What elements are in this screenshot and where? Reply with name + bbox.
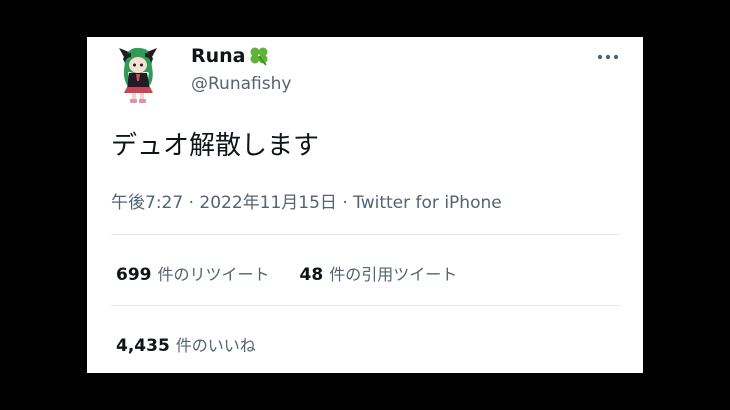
- divider: [111, 234, 620, 235]
- quotes-label: 件の引用ツイート: [329, 265, 458, 284]
- more-options-icon[interactable]: [596, 49, 620, 65]
- quotes-count: 48: [299, 265, 324, 285]
- tweet-date[interactable]: 2022年11月15日: [199, 193, 337, 213]
- meta-separator-2: ·: [342, 193, 348, 213]
- likes-label: 件のいいね: [175, 336, 256, 355]
- retweets-count: 699: [116, 265, 152, 285]
- quotes-stat[interactable]: 48 件の引用ツイート: [300, 261, 458, 285]
- user-handle[interactable]: @Runafishy: [191, 74, 291, 94]
- display-name-text: Runa: [191, 45, 246, 67]
- likes-count: 4,435: [116, 336, 170, 356]
- likes-stat[interactable]: 4,435 件のいいね: [116, 332, 256, 356]
- tweet-meta: 午後7:27 · 2022年11月15日 · Twitter for iPhon…: [111, 188, 502, 213]
- tweet-text: デュオ解散します: [111, 131, 320, 161]
- tweet-source[interactable]: Twitter for iPhone: [353, 193, 502, 213]
- meta-separator: ·: [188, 193, 194, 213]
- divider: [111, 305, 620, 306]
- retweets-label: 件のリツイート: [157, 265, 270, 284]
- retweets-stat[interactable]: 699 件のリツイート: [116, 261, 270, 285]
- tweet-time[interactable]: 午後7:27: [111, 193, 183, 213]
- stats-row-likes: 4,435 件のいいね: [116, 332, 286, 356]
- tweet-card: Runa @Runafishy デュオ解散します 午後7:27 · 2022年1…: [87, 37, 643, 373]
- stats-row-retweets: 699 件のリツイート 48 件の引用ツイート: [116, 261, 487, 285]
- avatar[interactable]: [107, 43, 167, 105]
- four-leaf-clover-icon: [250, 47, 268, 66]
- display-name[interactable]: Runa: [191, 45, 270, 67]
- video-frame: Runa @Runafishy デュオ解散します 午後7:27 · 2022年1…: [0, 0, 730, 410]
